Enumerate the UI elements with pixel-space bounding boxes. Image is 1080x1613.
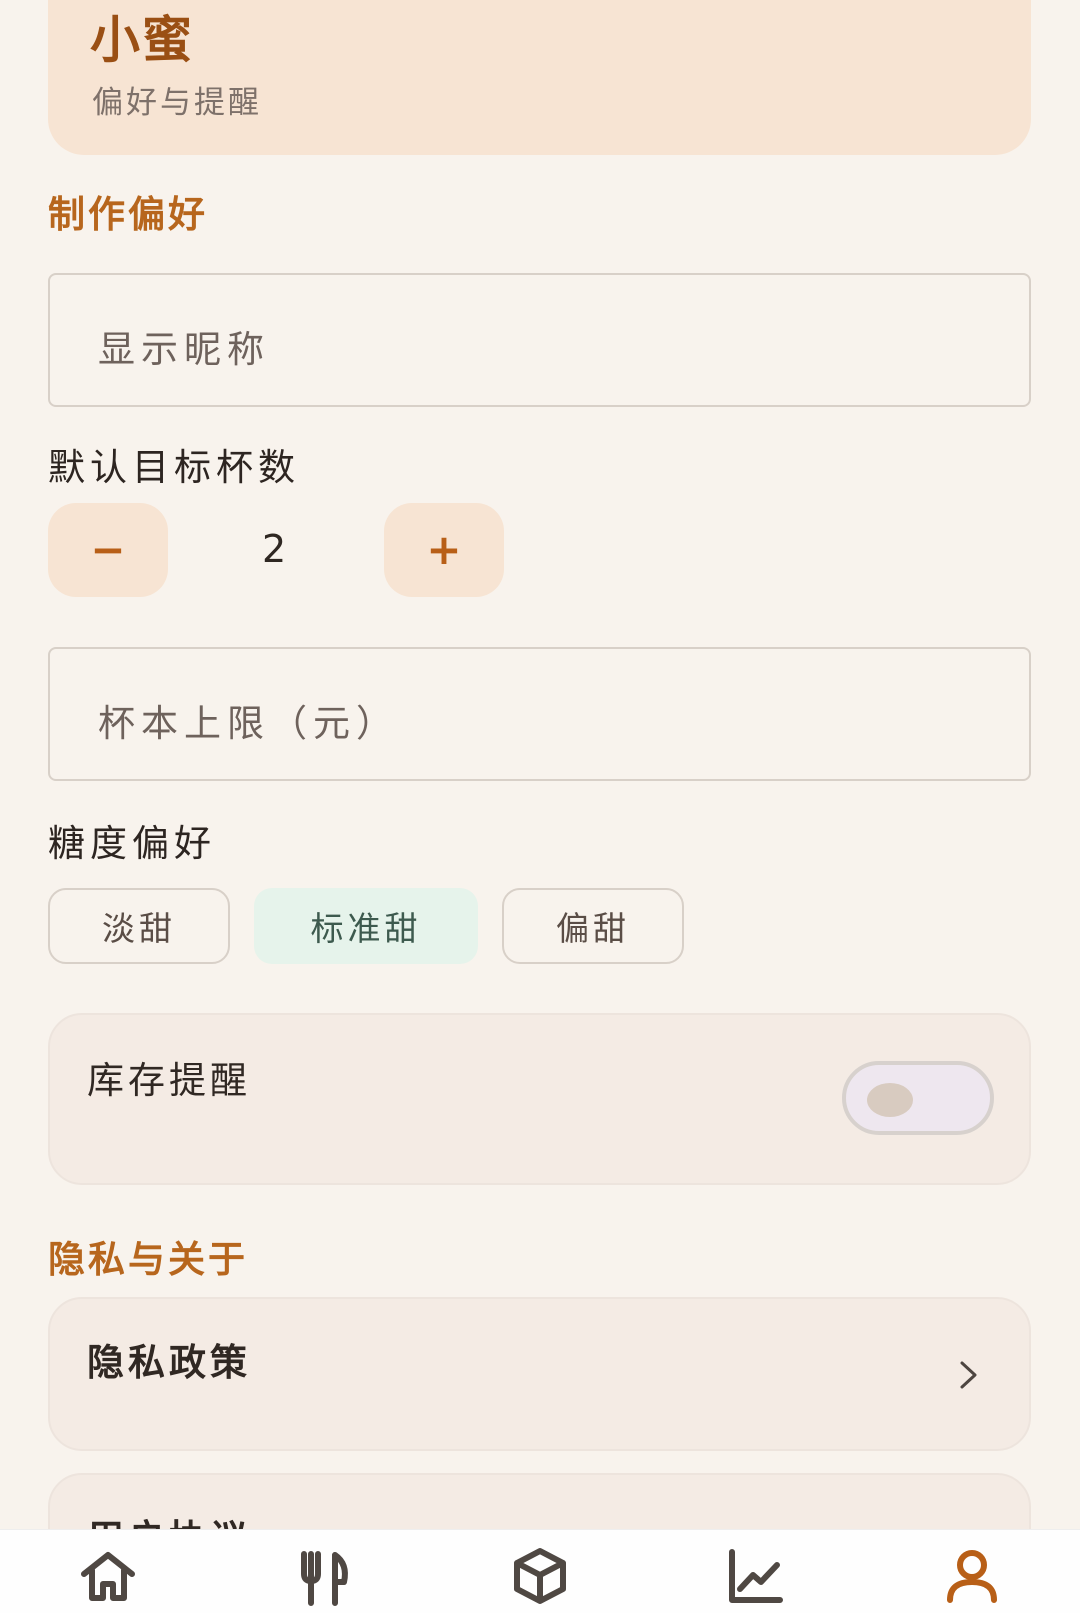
settings-page: 小蜜 偏好与提醒 制作偏好 显示昵称 默认目标杯数 − 2 + 杯本上限（元） … bbox=[0, 0, 1080, 1529]
box-icon bbox=[514, 1548, 566, 1604]
bottom-navigation bbox=[0, 1529, 1080, 1613]
sugar-option-light[interactable]: 淡甜 bbox=[48, 888, 230, 964]
nav-inventory[interactable] bbox=[495, 1540, 585, 1612]
nickname-field[interactable]: 显示昵称 bbox=[48, 273, 1031, 407]
decrease-cups-button[interactable]: − bbox=[48, 503, 168, 597]
profile-subtitle: 偏好与提醒 bbox=[92, 85, 262, 121]
stock-reminder-label: 库存提醒 bbox=[87, 1059, 251, 1102]
sugar-option-sweet[interactable]: 偏甜 bbox=[502, 888, 684, 964]
stock-reminder-card: 库存提醒 bbox=[48, 1013, 1031, 1185]
nav-home[interactable] bbox=[63, 1540, 153, 1612]
cost-limit-placeholder: 杯本上限（元） bbox=[98, 702, 399, 745]
home-icon bbox=[81, 1552, 135, 1601]
cost-limit-field[interactable]: 杯本上限（元） bbox=[48, 647, 1031, 781]
user-icon bbox=[947, 1550, 997, 1603]
privacy-policy-label: 隐私政策 bbox=[87, 1341, 251, 1384]
nickname-placeholder: 显示昵称 bbox=[98, 328, 270, 371]
production-preferences-title: 制作偏好 bbox=[48, 193, 208, 236]
privacy-policy-row[interactable]: 隐私政策 bbox=[48, 1297, 1031, 1451]
sugar-preference-label: 糖度偏好 bbox=[48, 822, 216, 865]
chevron-right-icon bbox=[960, 1361, 977, 1389]
trend-chart-icon bbox=[729, 1549, 783, 1603]
user-agreement-row[interactable]: 用户协议 bbox=[48, 1473, 1031, 1529]
profile-title: 小蜜 bbox=[90, 11, 194, 69]
utensils-icon bbox=[301, 1551, 348, 1606]
nav-profile[interactable] bbox=[927, 1540, 1017, 1612]
nav-stats[interactable] bbox=[711, 1540, 801, 1612]
user-agreement-label: 用户协议 bbox=[87, 1508, 251, 1529]
default-cups-label: 默认目标杯数 bbox=[48, 446, 300, 489]
stock-reminder-toggle[interactable] bbox=[842, 1061, 994, 1135]
privacy-about-title: 隐私与关于 bbox=[48, 1238, 248, 1281]
nav-recipes[interactable] bbox=[279, 1540, 369, 1612]
cups-value: 2 bbox=[262, 527, 287, 571]
sugar-option-standard[interactable]: 标准甜 bbox=[254, 888, 478, 964]
increase-cups-button[interactable]: + bbox=[384, 503, 504, 597]
profile-header-card: 小蜜 偏好与提醒 bbox=[48, 0, 1031, 155]
toggle-knob bbox=[867, 1083, 913, 1117]
